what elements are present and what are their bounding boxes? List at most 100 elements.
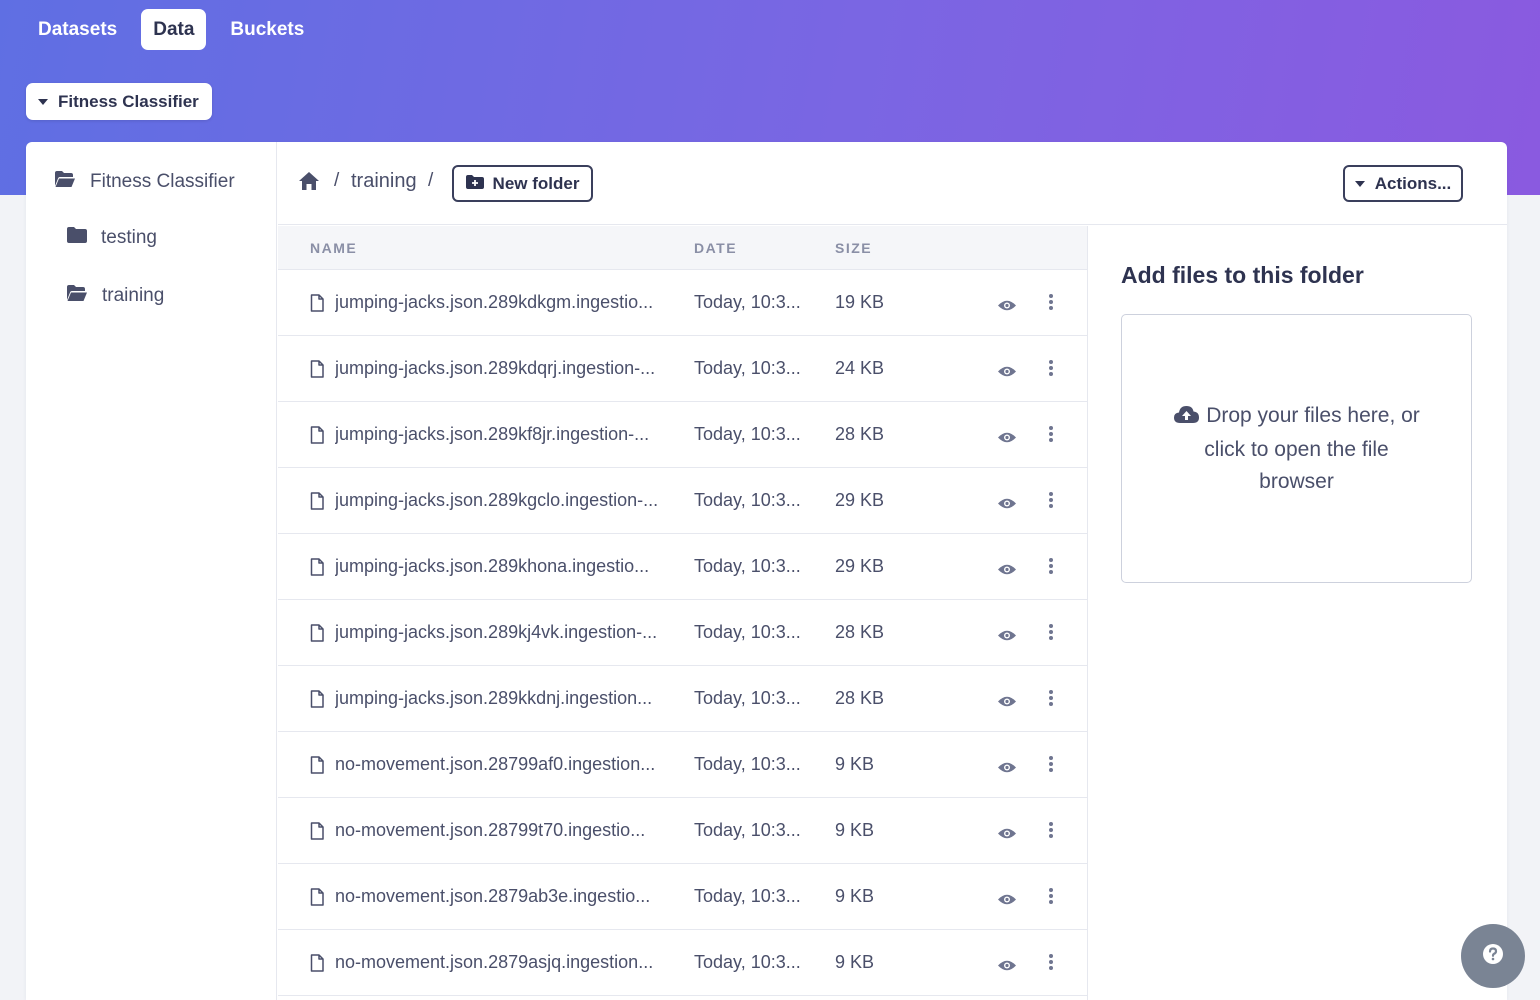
more-options-icon[interactable] xyxy=(1048,425,1054,448)
eye-icon[interactable] xyxy=(997,626,1017,647)
table-row[interactable]: jumping-jacks.json.289kkdnj.ingestion...… xyxy=(278,666,1087,732)
file-size: 28 KB xyxy=(835,424,885,444)
file-size: 29 KB xyxy=(835,556,885,576)
file-date: Today, 10:3... xyxy=(694,424,801,444)
eye-icon[interactable] xyxy=(997,824,1017,845)
file-name[interactable]: no-movement.json.28799t70.ingestio... xyxy=(335,820,675,841)
table-row[interactable]: jumping-jacks.json.289kf8jr.ingestion-..… xyxy=(278,402,1087,468)
caret-down-icon xyxy=(1354,180,1365,187)
folder-open-icon xyxy=(66,284,88,308)
upload-title: Add files to this folder xyxy=(1121,262,1364,288)
file-date: Today, 10:3... xyxy=(694,886,801,906)
file-name[interactable]: jumping-jacks.json.289kdkgm.ingestio... xyxy=(335,292,675,313)
eye-icon[interactable] xyxy=(997,560,1017,581)
help-button[interactable] xyxy=(1461,924,1525,988)
more-options-icon[interactable] xyxy=(1048,623,1054,646)
more-options-icon[interactable] xyxy=(1048,293,1054,316)
more-options-icon[interactable] xyxy=(1048,557,1054,580)
table-row[interactable]: jumping-jacks.json.289kdqrj.ingestion-..… xyxy=(278,336,1087,402)
eye-icon[interactable] xyxy=(997,692,1017,713)
table-body: jumping-jacks.json.289kdkgm.ingestio... T… xyxy=(278,270,1087,996)
folder-tree: Fitness Classifier testing training xyxy=(26,142,277,1000)
breadcrumb-training[interactable]: training xyxy=(351,170,417,193)
actions-button[interactable]: Actions... xyxy=(1343,165,1463,202)
more-options-icon[interactable] xyxy=(1048,359,1054,382)
file-icon xyxy=(310,426,324,449)
tab-buckets[interactable]: Buckets xyxy=(218,9,316,50)
table-row[interactable]: no-movement.json.2879ab3e.ingestio... Tod… xyxy=(278,864,1087,930)
table-row[interactable]: no-movement.json.28799af0.ingestion... To… xyxy=(278,732,1087,798)
eye-icon[interactable] xyxy=(997,758,1017,779)
column-header-name[interactable]: NAME xyxy=(310,240,357,256)
more-options-icon[interactable] xyxy=(1048,491,1054,514)
sidebar-item-label: training xyxy=(102,285,165,306)
file-date: Today, 10:3... xyxy=(694,688,801,708)
file-icon xyxy=(310,294,324,317)
cloud-upload-icon xyxy=(1173,402,1200,434)
new-folder-label: New folder xyxy=(492,173,580,193)
more-options-icon[interactable] xyxy=(1048,887,1054,910)
table-row[interactable]: jumping-jacks.json.289kgclo.ingestion-..… xyxy=(278,468,1087,534)
file-date: Today, 10:3... xyxy=(694,622,801,642)
more-options-icon[interactable] xyxy=(1048,689,1054,712)
upload-panel: Add files to this folder Drop your files… xyxy=(1121,262,1472,583)
file-name[interactable]: jumping-jacks.json.289kf8jr.ingestion-..… xyxy=(335,424,675,445)
more-options-icon[interactable] xyxy=(1048,755,1054,778)
more-options-icon[interactable] xyxy=(1048,821,1054,844)
tab-datasets[interactable]: Datasets xyxy=(26,9,129,50)
actions-label: Actions... xyxy=(1374,173,1452,193)
project-dropdown-label: Fitness Classifier xyxy=(58,91,199,111)
file-browser-card: Fitness Classifier testing training / tr… xyxy=(26,142,1507,1000)
table-row[interactable]: no-movement.json.28799t70.ingestio... Tod… xyxy=(278,798,1087,864)
file-date: Today, 10:3... xyxy=(694,754,801,774)
new-folder-button[interactable]: New folder xyxy=(452,165,593,202)
file-date: Today, 10:3... xyxy=(694,952,801,972)
sidebar-item-training[interactable]: training xyxy=(66,284,164,308)
eye-icon[interactable] xyxy=(997,956,1017,977)
file-name[interactable]: no-movement.json.2879asjq.ingestion... xyxy=(335,952,675,973)
file-icon xyxy=(310,492,324,515)
tab-data[interactable]: Data xyxy=(141,9,207,50)
table-row[interactable]: no-movement.json.2879asjq.ingestion... To… xyxy=(278,930,1087,996)
file-name[interactable]: jumping-jacks.json.289kkdnj.ingestion... xyxy=(335,688,675,709)
tree-root-fitness-classifier[interactable]: Fitness Classifier xyxy=(54,170,235,194)
project-dropdown[interactable]: Fitness Classifier xyxy=(26,83,212,120)
column-header-size[interactable]: SIZE xyxy=(835,240,872,256)
breadcrumb-separator: / xyxy=(334,170,340,191)
file-icon xyxy=(310,558,324,581)
file-icon xyxy=(310,690,324,713)
eye-icon[interactable] xyxy=(997,362,1017,383)
file-name[interactable]: no-movement.json.28799af0.ingestion... xyxy=(335,754,675,775)
file-icon xyxy=(310,822,324,845)
dropzone-text: Drop your files here, or click to open t… xyxy=(1172,400,1422,498)
file-name[interactable]: jumping-jacks.json.289kdqrj.ingestion-..… xyxy=(335,358,675,379)
file-size: 28 KB xyxy=(835,622,885,642)
eye-icon[interactable] xyxy=(997,890,1017,911)
file-icon xyxy=(310,360,324,383)
file-dropzone[interactable]: Drop your files here, or click to open t… xyxy=(1121,314,1472,583)
file-name[interactable]: jumping-jacks.json.289kgclo.ingestion-..… xyxy=(335,490,675,511)
file-name[interactable]: no-movement.json.2879ab3e.ingestio... xyxy=(335,886,675,907)
file-name[interactable]: jumping-jacks.json.289khona.ingestio... xyxy=(335,556,675,577)
file-size: 9 KB xyxy=(835,886,875,906)
dropzone-label: Drop your files here, or click to open t… xyxy=(1204,403,1420,493)
file-icon xyxy=(310,954,324,977)
home-icon[interactable] xyxy=(298,171,320,196)
column-header-date[interactable]: DATE xyxy=(694,240,737,256)
table-row[interactable]: jumping-jacks.json.289kdkgm.ingestio... T… xyxy=(278,270,1087,336)
table-row[interactable]: jumping-jacks.json.289kj4vk.ingestion-..… xyxy=(278,600,1087,666)
file-name[interactable]: jumping-jacks.json.289kj4vk.ingestion-..… xyxy=(335,622,675,643)
file-date: Today, 10:3... xyxy=(694,490,801,510)
table-row[interactable]: jumping-jacks.json.289khona.ingestio... T… xyxy=(278,534,1087,600)
eye-icon[interactable] xyxy=(997,428,1017,449)
file-icon xyxy=(310,624,324,647)
file-date: Today, 10:3... xyxy=(694,358,801,378)
more-options-icon[interactable] xyxy=(1048,953,1054,976)
eye-icon[interactable] xyxy=(997,296,1017,317)
file-date: Today, 10:3... xyxy=(694,556,801,576)
file-size: 9 KB xyxy=(835,754,875,774)
folder-open-icon xyxy=(54,170,76,194)
sidebar-item-testing[interactable]: testing xyxy=(67,227,157,249)
tree-root-label: Fitness Classifier xyxy=(90,171,235,192)
eye-icon[interactable] xyxy=(997,494,1017,515)
